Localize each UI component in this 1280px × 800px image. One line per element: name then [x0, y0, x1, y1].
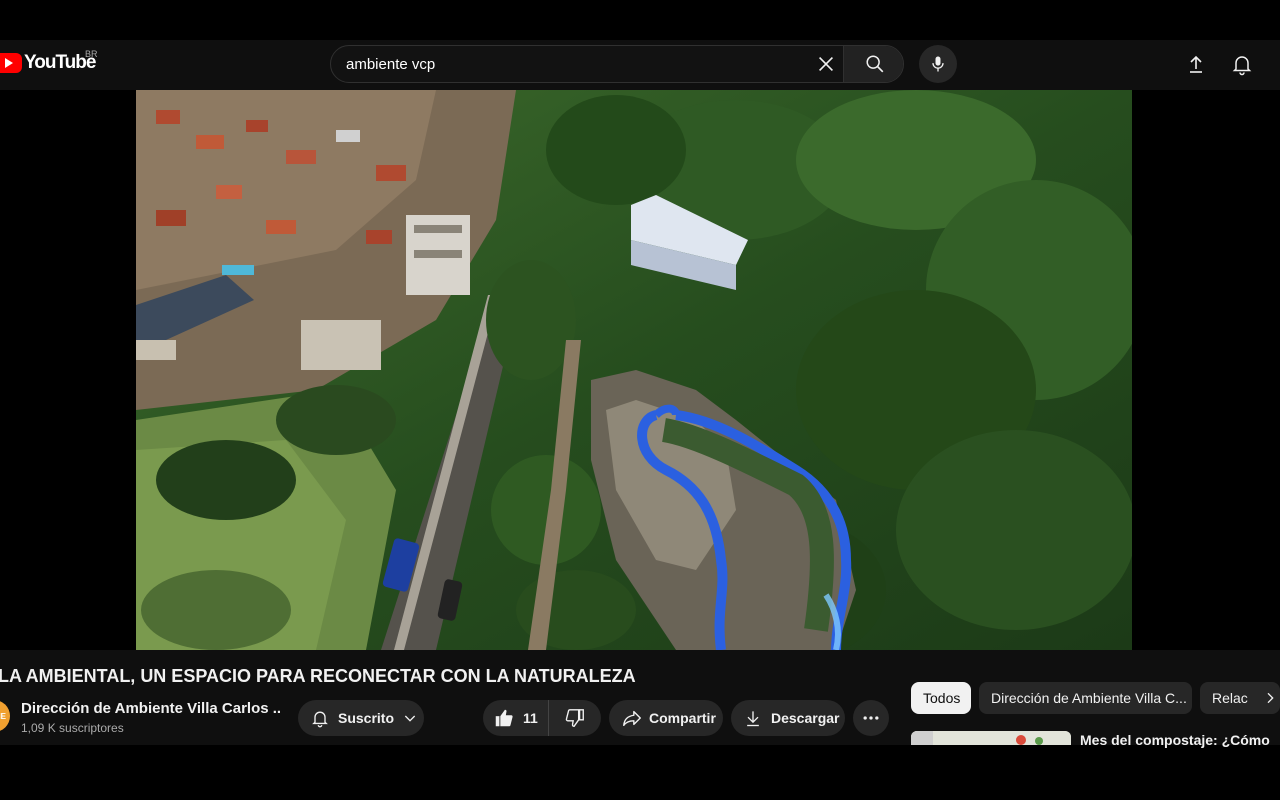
- recommendation-thumbnail[interactable]: [911, 731, 1071, 745]
- avatar[interactable]: IE: [0, 700, 10, 732]
- search-icon: [865, 55, 883, 73]
- like-count: 11: [523, 710, 538, 726]
- chip-channel[interactable]: Dirección de Ambiente Villa C...: [979, 682, 1192, 714]
- thumbnail-image: [911, 731, 1071, 745]
- recommendation-title[interactable]: Mes del compostaje: ¿Cómo: [1080, 732, 1280, 748]
- share-label: Compartir: [649, 710, 716, 726]
- chip-todos[interactable]: Todos: [911, 682, 971, 714]
- channel-name[interactable]: Dirección de Ambiente Villa Carlos ...: [21, 700, 281, 717]
- thumbs-up-icon: [495, 709, 513, 727]
- notifications-button[interactable]: [1230, 52, 1254, 76]
- more-horizontal-icon: [863, 716, 879, 720]
- subscriber-count: 1,09 K suscriptores: [21, 721, 124, 735]
- youtube-logo[interactable]: YouTube BR: [0, 49, 98, 74]
- top-bar: YouTube BR: [0, 40, 1280, 90]
- subscribed-button[interactable]: Suscrito: [298, 700, 424, 736]
- upload-icon: [1190, 55, 1202, 73]
- share-button[interactable]: Compartir: [609, 700, 723, 736]
- more-actions-button[interactable]: [853, 700, 889, 736]
- mic-icon: [932, 56, 944, 72]
- close-icon[interactable]: [815, 53, 837, 75]
- thumbs-down-icon: [565, 709, 584, 727]
- bell-icon: [1232, 56, 1252, 76]
- search-box: [330, 45, 904, 83]
- share-icon: [623, 710, 641, 727]
- chevron-right-icon[interactable]: [1262, 688, 1280, 708]
- upload-button[interactable]: [1184, 52, 1208, 76]
- bell-outline-icon: [312, 711, 328, 728]
- video-player[interactable]: [0, 90, 1280, 650]
- youtube-logo-icon: [0, 53, 22, 73]
- aerial-landscape-image: [136, 90, 1132, 650]
- like-dislike-group: 11: [483, 700, 601, 736]
- dislike-button[interactable]: [549, 700, 601, 736]
- video-info-section: LA AMBIENTAL, UN ESPACIO PARA RECONECTAR…: [0, 650, 1280, 748]
- download-label: Descargar: [771, 710, 840, 726]
- download-icon: [747, 711, 759, 727]
- country-code: BR: [85, 49, 98, 59]
- voice-search-button[interactable]: [919, 45, 957, 83]
- download-button[interactable]: Descargar: [731, 700, 845, 736]
- filter-chips: Todos Dirección de Ambiente Villa C... R…: [911, 682, 1280, 714]
- search-input[interactable]: [331, 46, 843, 82]
- search-button[interactable]: [843, 46, 903, 82]
- subscribed-label: Suscrito: [338, 710, 395, 726]
- chevron-down-icon: [404, 715, 416, 722]
- like-button[interactable]: 11: [483, 700, 549, 736]
- video-title: LA AMBIENTAL, UN ESPACIO PARA RECONECTAR…: [0, 666, 636, 686]
- video-frame[interactable]: [136, 90, 1132, 650]
